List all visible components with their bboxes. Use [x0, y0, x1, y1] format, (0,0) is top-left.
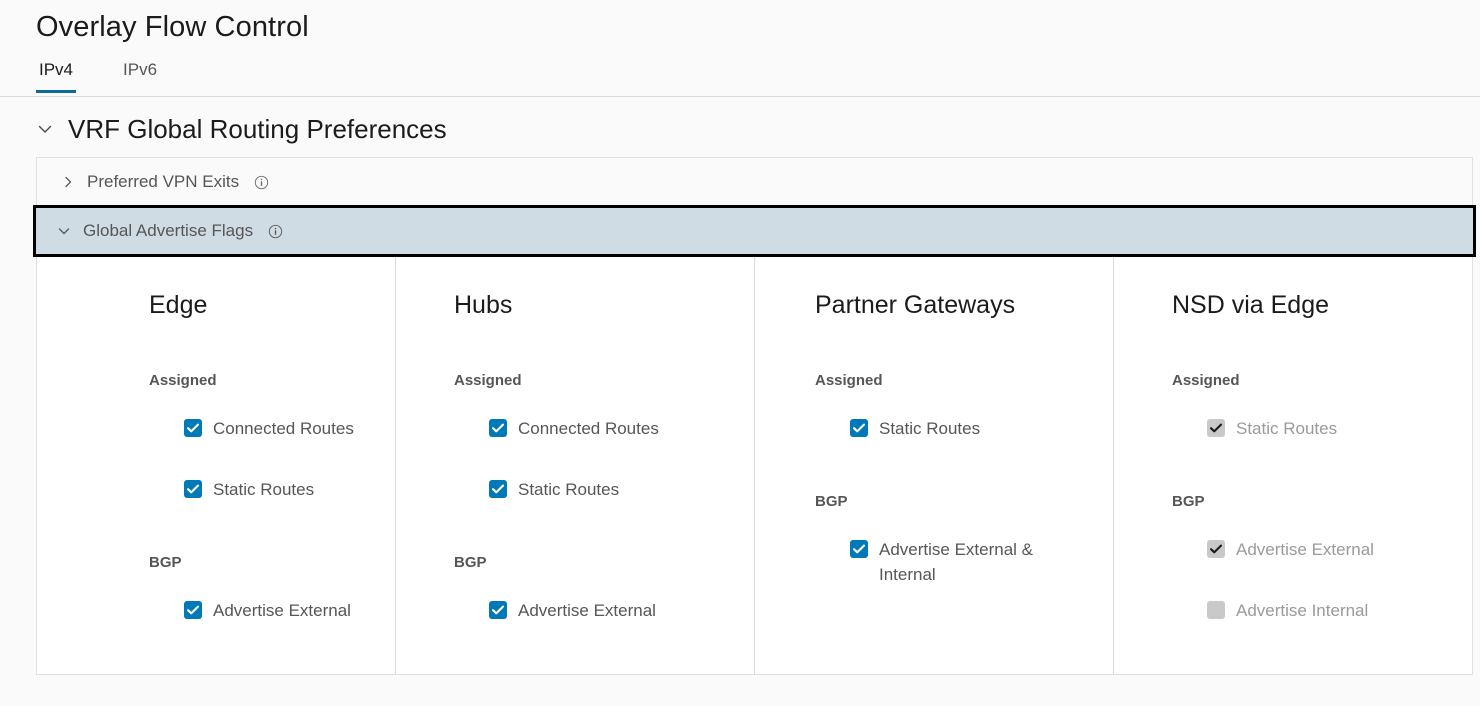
checkbox-row: Static Routes — [1207, 416, 1412, 441]
checkbox-row[interactable]: Advertise External — [184, 598, 381, 623]
checkbox-checked-icon — [184, 419, 202, 437]
checkbox-label: Static Routes — [213, 477, 314, 502]
tab-ipv6[interactable]: IPv6 — [120, 53, 160, 93]
group-label-assigned: Assigned — [149, 372, 381, 390]
checkbox-label: Advertise External & Internal — [879, 537, 1055, 587]
checkbox-label: Advertise Internal — [1236, 598, 1368, 623]
accordion-label-preferred-vpn-exits: Preferred VPN Exits — [87, 172, 239, 192]
chevron-right-icon — [61, 175, 75, 189]
checkbox-row: Advertise External — [1207, 537, 1412, 562]
accordion-label-global-advertise-flags: Global Advertise Flags — [83, 221, 253, 241]
checkbox-label: Connected Routes — [518, 416, 659, 441]
checkbox-checked-disabled-icon — [1207, 419, 1225, 437]
column-title: Partner Gateways — [815, 290, 1099, 320]
checkbox-label: Advertise External — [213, 598, 351, 623]
tab-ipv4-label: IPv4 — [39, 60, 73, 79]
section-header-vrf-global-routing-preferences[interactable]: VRF Global Routing Preferences — [0, 97, 1480, 157]
checkbox-checked-icon — [850, 540, 868, 558]
chevron-down-icon — [36, 120, 54, 138]
checkbox-label: Static Routes — [879, 416, 980, 441]
checkbox-row[interactable]: Connected Routes — [489, 416, 694, 441]
checkbox-label: Connected Routes — [213, 416, 354, 441]
checkbox-checked-icon — [850, 419, 868, 437]
column-partner-gateways: Partner Gateways Assigned Static Routes … — [754, 256, 1113, 674]
checkbox-row[interactable]: Static Routes — [850, 416, 1055, 441]
group-label-assigned: Assigned — [454, 372, 740, 390]
checkbox-row: Advertise Internal — [1207, 598, 1412, 623]
chevron-down-icon — [57, 224, 71, 238]
checkbox-row[interactable]: Advertise External & Internal — [850, 537, 1055, 587]
accordion-header-preferred-vpn-exits[interactable]: Preferred VPN Exits — [37, 158, 1472, 206]
group-label-bgp: BGP — [149, 554, 381, 572]
column-title: NSD via Edge — [1172, 290, 1458, 320]
section-title: VRF Global Routing Preferences — [68, 113, 447, 145]
group-label-bgp: BGP — [815, 493, 1099, 511]
info-circle-icon[interactable] — [267, 223, 283, 239]
checkbox-checked-icon — [184, 601, 202, 619]
checkbox-checked-icon — [489, 480, 507, 498]
tab-ipv4[interactable]: IPv4 — [36, 53, 76, 93]
accordion-panel: Preferred VPN Exits Global Advertise Fla… — [36, 157, 1473, 675]
column-edge: Edge Assigned Connected Routes Static Ro… — [37, 256, 395, 674]
accordion-header-global-advertise-flags[interactable]: Global Advertise Flags — [33, 205, 1476, 257]
column-title: Hubs — [454, 290, 740, 320]
checkbox-checked-icon — [184, 480, 202, 498]
checkbox-checked-icon — [489, 601, 507, 619]
group-label-bgp: BGP — [1172, 493, 1458, 511]
advertise-flags-columns: Edge Assigned Connected Routes Static Ro… — [37, 256, 1472, 674]
checkbox-row[interactable]: Advertise External — [489, 598, 694, 623]
group-label-bgp: BGP — [454, 554, 740, 572]
group-label-assigned: Assigned — [815, 372, 1099, 390]
group-label-assigned: Assigned — [1172, 372, 1458, 390]
checkbox-label: Static Routes — [1236, 416, 1337, 441]
checkbox-label: Static Routes — [518, 477, 619, 502]
checkbox-row[interactable]: Connected Routes — [184, 416, 381, 441]
page-title: Overlay Flow Control — [0, 0, 1480, 45]
checkbox-label: Advertise External — [518, 598, 656, 623]
checkbox-row[interactable]: Static Routes — [489, 477, 694, 502]
checkbox-row[interactable]: Static Routes — [184, 477, 381, 502]
checkbox-label: Advertise External — [1236, 537, 1374, 562]
checkbox-checked-disabled-icon — [1207, 540, 1225, 558]
info-circle-icon[interactable] — [253, 174, 269, 190]
column-nsd-via-edge: NSD via Edge Assigned Static Routes BGP … — [1113, 256, 1472, 674]
checkbox-checked-icon — [489, 419, 507, 437]
column-hubs: Hubs Assigned Connected Routes Static Ro… — [395, 256, 754, 674]
tab-bar: IPv4 IPv6 — [0, 53, 1480, 97]
column-title: Edge — [149, 290, 381, 320]
tab-ipv6-label: IPv6 — [123, 60, 157, 79]
checkbox-unchecked-disabled-icon — [1207, 601, 1225, 619]
